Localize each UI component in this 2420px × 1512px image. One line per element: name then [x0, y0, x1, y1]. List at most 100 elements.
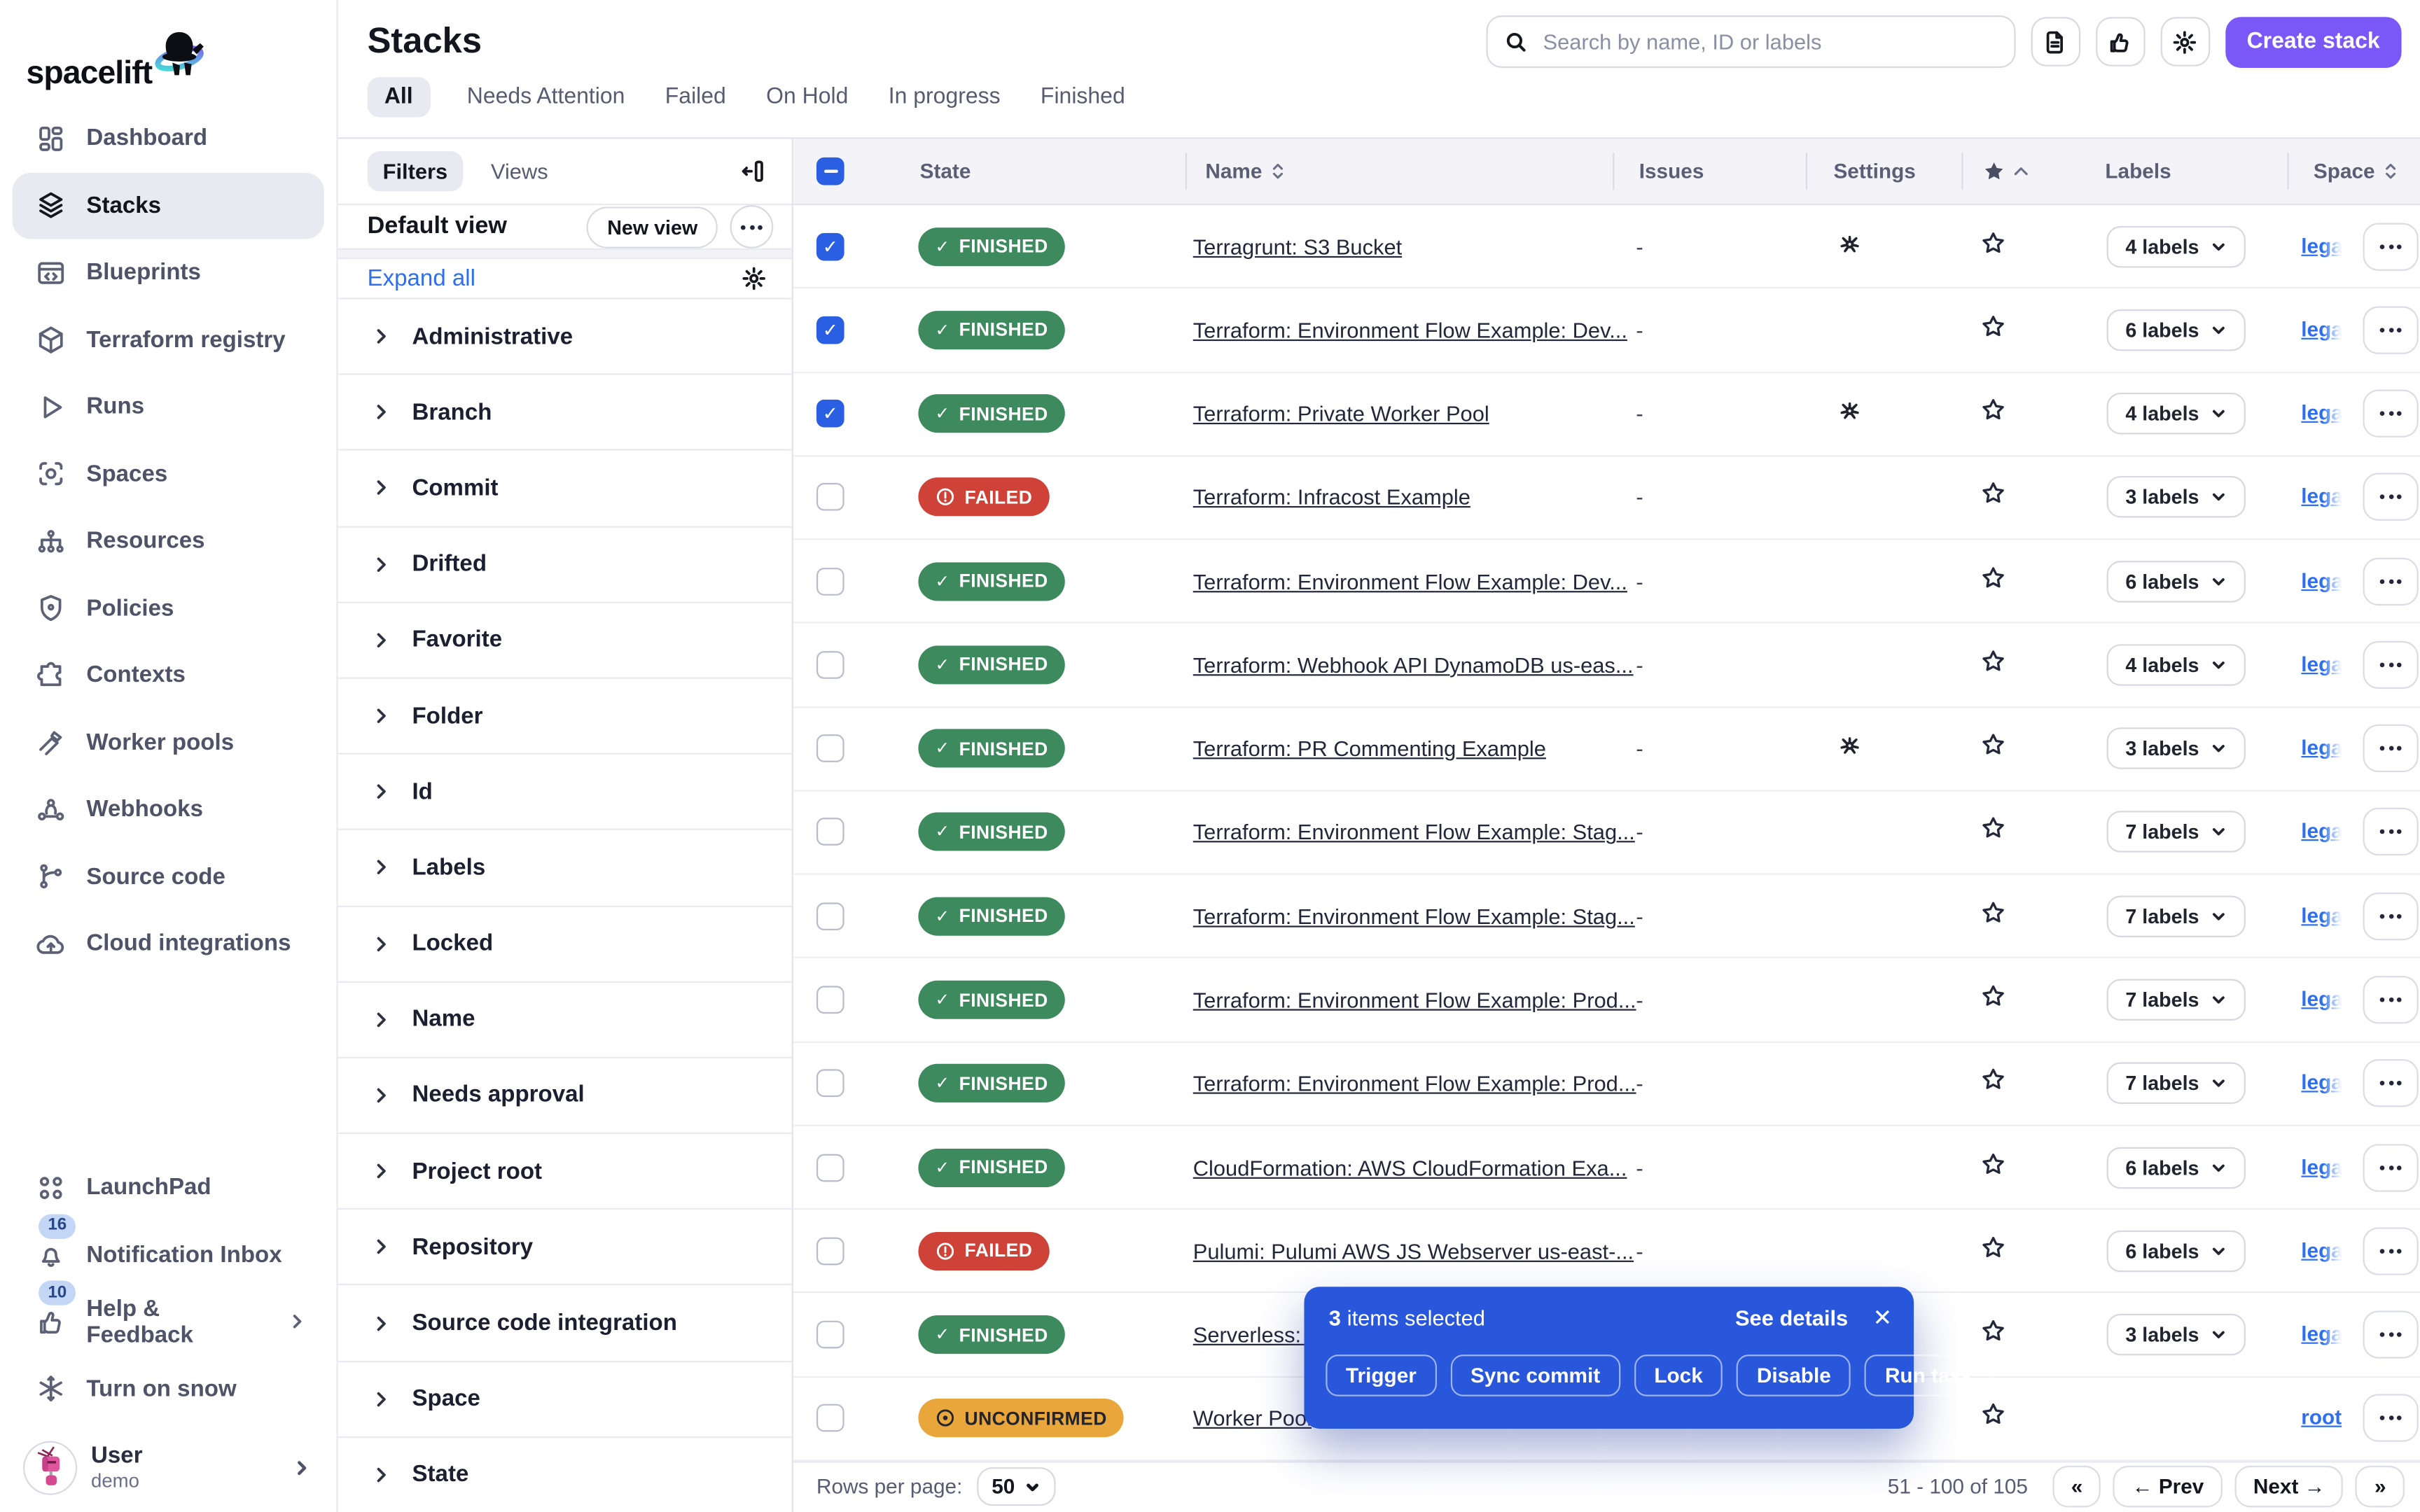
favorite-star-button[interactable]: [1980, 648, 2006, 682]
tab-needs-attention[interactable]: Needs Attention: [464, 77, 627, 117]
docs-button[interactable]: [2031, 17, 2080, 66]
labels-dropdown[interactable]: 6 labels: [2107, 1230, 2246, 1272]
row-actions-button[interactable]: [2363, 306, 2418, 354]
labels-dropdown[interactable]: 6 labels: [2107, 309, 2246, 351]
row-actions-button[interactable]: [2363, 1143, 2418, 1191]
space-link[interactable]: legacy: [2301, 736, 2341, 760]
filter-group-branch[interactable]: Branch: [338, 374, 792, 449]
labels-dropdown[interactable]: 4 labels: [2107, 393, 2246, 435]
sidebar-item-spaces[interactable]: Spaces: [0, 440, 336, 507]
favorite-star-button[interactable]: [1980, 1401, 2006, 1435]
filter-group-needs-approval[interactable]: Needs approval: [338, 1057, 792, 1133]
labels-dropdown[interactable]: 7 labels: [2107, 1063, 2246, 1105]
bulk-action-run-task-button[interactable]: Run task: [1865, 1354, 1993, 1396]
space-link[interactable]: legacy: [2301, 820, 2341, 843]
favorite-star-button[interactable]: [1980, 816, 2006, 849]
table-row[interactable]: ✓FINISHED CloudFormation: AWS CloudForma…: [793, 1126, 2420, 1210]
stack-name-link[interactable]: Pulumi: Pulumi AWS JS Webserver us-east-…: [1193, 1238, 1634, 1263]
stack-name-link[interactable]: Terraform: Infracost Example: [1193, 485, 1470, 510]
labels-dropdown[interactable]: 3 labels: [2107, 728, 2246, 770]
filter-settings-gear-icon[interactable]: [741, 265, 767, 291]
sidebar-item-source-code[interactable]: Source code: [0, 844, 336, 911]
filter-group-folder[interactable]: Folder: [338, 677, 792, 752]
space-link[interactable]: legacy: [2301, 1071, 2341, 1094]
row-actions-button[interactable]: [2363, 1227, 2418, 1275]
new-view-button[interactable]: New view: [587, 206, 718, 248]
sidebar-item-launchpad[interactable]: LaunchPad: [0, 1154, 336, 1222]
favorite-star-button[interactable]: [1980, 397, 2006, 430]
filter-group-source-code-integration[interactable]: Source code integration: [338, 1284, 792, 1360]
row-actions-button[interactable]: [2363, 724, 2418, 772]
space-link[interactable]: legacy: [2301, 1238, 2341, 1261]
favorite-star-button[interactable]: [1980, 564, 2006, 598]
first-page-button[interactable]: «: [2052, 1466, 2101, 1508]
row-checkbox[interactable]: ✓: [816, 316, 844, 344]
next-page-button[interactable]: Next →: [2234, 1466, 2343, 1508]
stack-name-link[interactable]: Terraform: PR Commenting Example: [1193, 736, 1546, 761]
table-row[interactable]: ✓FINISHED Terraform: Environment Flow Ex…: [793, 959, 2420, 1043]
stack-name-link[interactable]: Terraform: Environment Flow Example: Dev…: [1193, 318, 1627, 342]
row-actions-button[interactable]: [2363, 390, 2418, 438]
column-header-state[interactable]: State: [920, 160, 971, 183]
sidebar-item-webhooks[interactable]: Webhooks: [0, 776, 336, 844]
filter-group-drifted[interactable]: Drifted: [338, 526, 792, 601]
row-actions-button[interactable]: [2363, 223, 2418, 270]
select-all-checkbox[interactable]: [816, 157, 844, 185]
column-header-issues[interactable]: Issues: [1639, 160, 1704, 183]
row-checkbox[interactable]: [816, 484, 844, 512]
row-checkbox[interactable]: [816, 1237, 844, 1265]
row-checkbox[interactable]: [816, 1321, 844, 1349]
row-checkbox[interactable]: [816, 1070, 844, 1098]
sidebar-item-contexts[interactable]: Contexts: [0, 642, 336, 709]
stack-name-link[interactable]: Serverless: D: [1193, 1322, 1323, 1347]
filter-group-project-root[interactable]: Project root: [338, 1133, 792, 1208]
table-row[interactable]: ✓FINISHED Terraform: PR Commenting Examp…: [793, 708, 2420, 792]
stack-name-link[interactable]: Terraform: Private Worker Pool: [1193, 401, 1489, 426]
space-link[interactable]: root: [2301, 1406, 2342, 1429]
space-link[interactable]: legacy: [2301, 234, 2341, 257]
table-row[interactable]: ✓FINISHED Terraform: Environment Flow Ex…: [793, 540, 2420, 624]
sidebar-item-runs[interactable]: Runs: [0, 373, 336, 440]
sidebar-item-cloud-integrations[interactable]: Cloud integrations: [0, 910, 336, 977]
stack-name-link[interactable]: Terraform: Environment Flow Example: Dev…: [1193, 569, 1627, 594]
row-actions-button[interactable]: [2363, 1060, 2418, 1107]
labels-dropdown[interactable]: 7 labels: [2107, 979, 2246, 1021]
favorite-star-button[interactable]: [1980, 313, 2006, 346]
row-checkbox[interactable]: [816, 1154, 844, 1182]
column-header-settings[interactable]: Settings: [1833, 160, 1915, 183]
space-link[interactable]: legacy: [2301, 988, 2341, 1011]
column-header-name[interactable]: Name: [1205, 160, 1285, 183]
sidebar-item-turn-on-snow[interactable]: Turn on snow: [0, 1355, 336, 1422]
filter-group-id[interactable]: Id: [338, 753, 792, 829]
row-actions-button[interactable]: [2363, 1394, 2418, 1442]
row-checkbox[interactable]: [816, 735, 844, 763]
row-checkbox[interactable]: ✓: [816, 400, 844, 428]
tab-in-progress[interactable]: In progress: [885, 77, 1003, 117]
row-actions-button[interactable]: [2363, 557, 2418, 605]
settings-button[interactable]: [2160, 17, 2210, 66]
favorite-star-button[interactable]: [1980, 1317, 2006, 1351]
favorite-star-button[interactable]: [1980, 732, 2006, 765]
stack-name-link[interactable]: Terragrunt: S3 Bucket: [1193, 234, 1402, 258]
sidebar-item-dashboard[interactable]: Dashboard: [0, 105, 336, 172]
bulk-action-disable-button[interactable]: Disable: [1737, 1354, 1851, 1396]
search-box[interactable]: [1486, 15, 2015, 68]
rows-per-page-select[interactable]: 50: [976, 1468, 1055, 1506]
filter-group-state[interactable]: State: [338, 1436, 792, 1512]
table-row[interactable]: ✓FINISHED Terraform: Environment Flow Ex…: [793, 791, 2420, 875]
labels-dropdown[interactable]: 7 labels: [2107, 811, 2246, 853]
tab-all[interactable]: All: [368, 77, 430, 117]
filter-group-locked[interactable]: Locked: [338, 905, 792, 981]
space-link[interactable]: legacy: [2301, 569, 2341, 592]
spacelift-logo[interactable]: spacelift: [0, 0, 336, 90]
labels-dropdown[interactable]: 6 labels: [2107, 560, 2246, 602]
favorite-star-button[interactable]: [1980, 1067, 2006, 1100]
prev-page-button[interactable]: ← Prev: [2113, 1466, 2222, 1508]
expand-all-link[interactable]: Expand all: [368, 265, 475, 291]
space-link[interactable]: legacy: [2301, 401, 2341, 424]
favorite-star-button[interactable]: [1980, 230, 2006, 263]
sidebar-item-policies[interactable]: Policies: [0, 575, 336, 642]
filter-group-repository[interactable]: Repository: [338, 1208, 792, 1284]
table-row[interactable]: ✓FINISHED Terraform: Webhook API DynamoD…: [793, 624, 2420, 708]
filter-group-administrative[interactable]: Administrative: [338, 298, 792, 373]
